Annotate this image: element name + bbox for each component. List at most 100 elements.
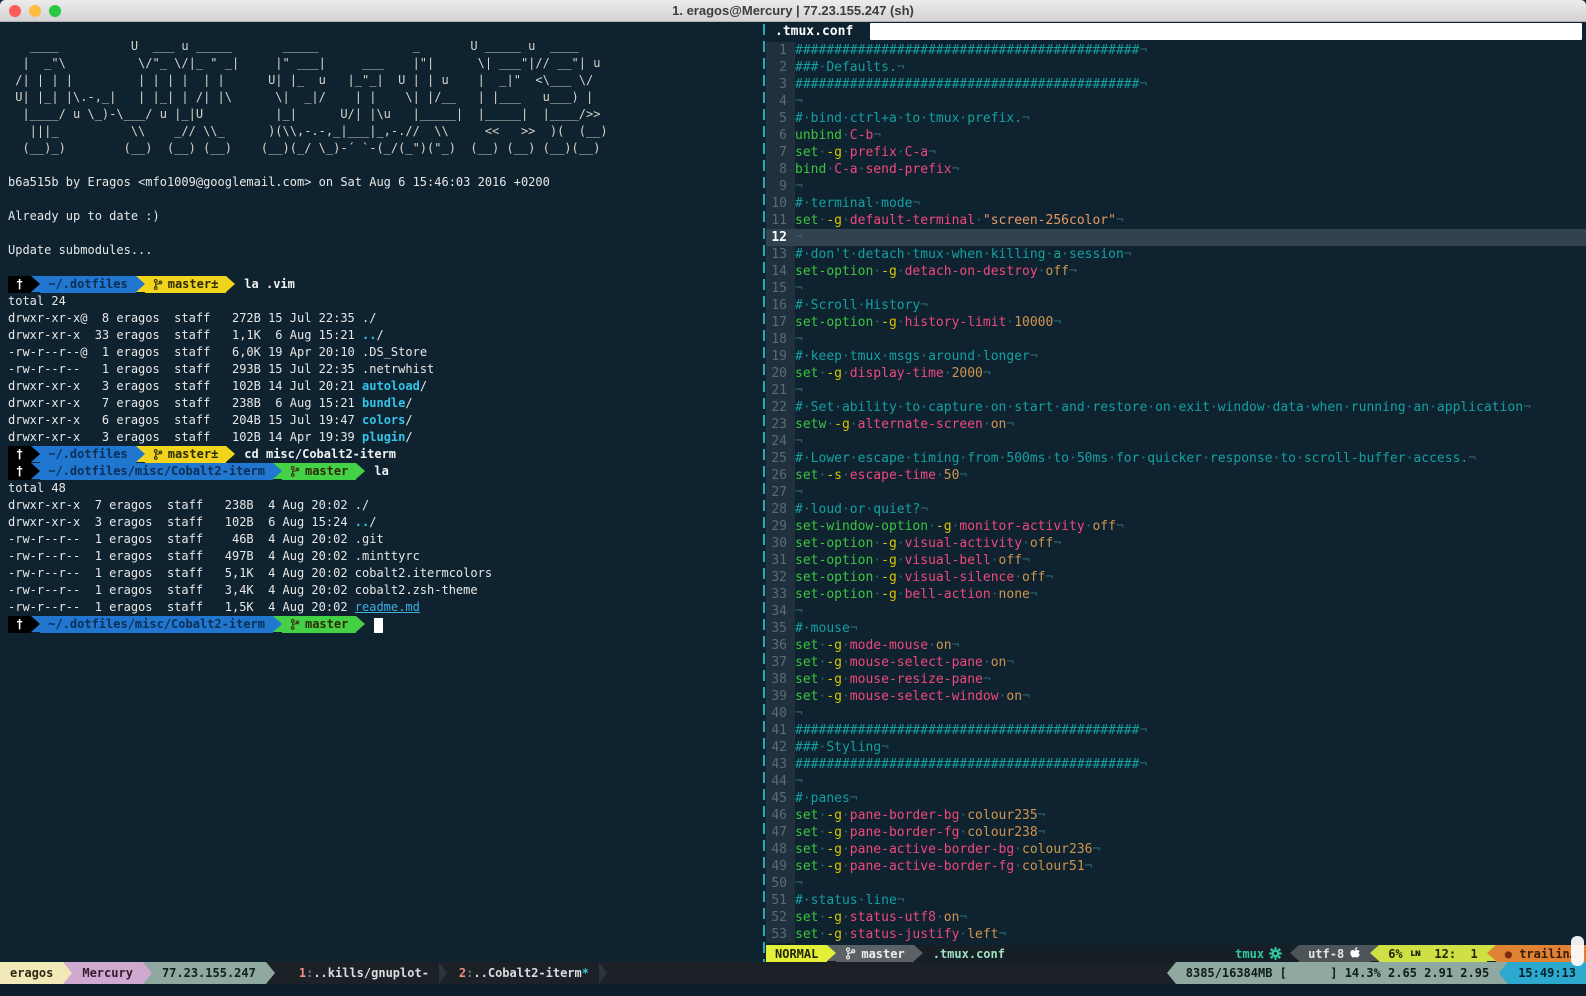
vim-line: 20set·-g·display-time·2000¬ xyxy=(766,365,1586,382)
file-list-row: drwxr-xr-x 3 eragos staff 102B 6 Aug 15:… xyxy=(8,514,608,531)
apple-icon xyxy=(1350,947,1361,960)
window-titlebar: 1. eragos@Mercury | 77.23.155.247 (sh) xyxy=(0,0,1586,22)
tmux-memory-load: 8385/16384MB [ ] 14.3% 2.65 2.91 2.95 xyxy=(1176,962,1499,984)
vim-line: 42###·Styling¬ xyxy=(766,739,1586,756)
vim-line: 33set-option·-g·bell-action·none¬ xyxy=(766,586,1586,603)
vim-line: 31set-option·-g·visual-bell·off¬ xyxy=(766,552,1586,569)
powerline-separator xyxy=(1370,945,1379,961)
vim-line: 14set-option·-g·detach-on-destroy·off¬ xyxy=(766,263,1586,280)
terminal-cursor[interactable] xyxy=(365,616,383,633)
vim-line: 28#·loud·or·quiet?¬ xyxy=(766,501,1586,518)
tmux-window[interactable]: 1:..kills/gnuplot- xyxy=(289,962,439,984)
tmux-window-active[interactable]: 2:..Cobalt2-iterm* xyxy=(449,962,599,984)
vim-line: 12¬ xyxy=(766,229,1586,246)
tmux-host-badge: Mercury xyxy=(72,962,143,984)
vim-buffer[interactable]: 1#######################################… xyxy=(766,42,1586,943)
powerline-separator xyxy=(1290,945,1299,961)
file-list-row: -rw-r--r-- 1 eragos staff 46B 4 Aug 20:0… xyxy=(8,531,608,548)
vim-statusline: NORMAL master .tmux.conf tmux xyxy=(766,945,1586,962)
window-title: 1. eragos@Mercury | 77.23.155.247 (sh) xyxy=(0,3,1586,18)
shell-line xyxy=(8,157,608,174)
file-name: .git xyxy=(355,532,384,546)
vim-line: 53set·-g·status-justify·left¬ xyxy=(766,926,1586,943)
tmux-ip-badge: 77.23.155.247 xyxy=(152,962,266,984)
vim-line: 32set-option·-g·visual-silence·off¬ xyxy=(766,569,1586,586)
vim-pane[interactable]: .tmux.conf 1############################… xyxy=(766,22,1586,962)
vim-line: 41######################################… xyxy=(766,722,1586,739)
branch-icon xyxy=(153,448,163,461)
ascii-banner: ____ U ___ u _____ _____ _ U _____ u ___… xyxy=(8,38,608,157)
vim-line: 25#·Lower·escape·timing·from·500ms·to·50… xyxy=(766,450,1586,467)
directory-name: .. xyxy=(362,328,376,342)
shell-line xyxy=(8,191,608,208)
vim-line: 38set·-g·mouse-resize-pane¬ xyxy=(766,671,1586,688)
vim-line: 51#·status·line¬ xyxy=(766,892,1586,909)
vim-line: 7set·-g·prefix·C-a¬ xyxy=(766,144,1586,161)
vim-line: 48set·-g·pane-active-border-bg·colour236… xyxy=(766,841,1586,858)
file-name: readme.md xyxy=(355,600,420,614)
directory-name: .. xyxy=(355,515,369,529)
file-list-row: drwxr-xr-x 7 eragos staff 238B 6 Aug 15:… xyxy=(8,395,608,412)
vim-line: 11set·-g·default-terminal·"screen-256col… xyxy=(766,212,1586,229)
powerline-separator xyxy=(827,945,836,961)
vim-line: 52set·-g·status-utf8·on¬ xyxy=(766,909,1586,926)
vim-line: 43######################################… xyxy=(766,756,1586,773)
prompt-symbol: † xyxy=(8,446,31,463)
powerline-separator xyxy=(266,962,275,984)
vim-line: 6unbind·C-b¬ xyxy=(766,127,1586,144)
tab-tmux-conf[interactable]: .tmux.conf xyxy=(775,23,853,41)
statusline-encoding: utf-8 xyxy=(1299,945,1370,962)
tmux-status-bar: eragos Mercury 77.23.155.247 1:..kills/g… xyxy=(0,962,1586,984)
file-list-row: -rw-r--r-- 1 eragos staff 1,5K 4 Aug 20:… xyxy=(8,599,608,616)
statusline-tmux: tmux xyxy=(1227,945,1290,962)
directory-name: bundle xyxy=(362,396,405,410)
vim-line: 3#######################################… xyxy=(766,76,1586,93)
listing-total: total 48 xyxy=(8,480,608,497)
git-status-line: Already up to date :) xyxy=(8,208,608,225)
vim-line: 16#·Scroll·History¬ xyxy=(766,297,1586,314)
file-list-row: -rw-r--r-- 1 eragos staff 5,1K 4 Aug 20:… xyxy=(8,565,608,582)
powerline-separator xyxy=(439,962,447,984)
prompt-command: cd misc/Cobalt2-iterm xyxy=(235,446,396,463)
prompt-symbol: † xyxy=(8,276,31,293)
file-list-row: drwxr-xr-x 33 eragos staff 1,1K 6 Aug 15… xyxy=(8,327,608,344)
shell-pane[interactable]: ____ U ___ u _____ _____ _ U _____ u ___… xyxy=(0,22,762,962)
vim-line: 30set-option·-g·visual-activity·off¬ xyxy=(766,535,1586,552)
vim-line: 5#·bind·ctrl+a·to·tmux·prefix.¬ xyxy=(766,110,1586,127)
prompt-path: ~/.dotfiles xyxy=(40,446,135,463)
vim-tabline: .tmux.conf xyxy=(766,22,1586,41)
powerline-separator xyxy=(914,945,923,961)
powerline-separator xyxy=(31,616,40,632)
vim-line: 46set·-g·pane-border-bg·colour235¬ xyxy=(766,807,1586,824)
file-name: cobalt2.zsh-theme xyxy=(355,583,478,597)
scrollbar-thumb[interactable] xyxy=(1571,936,1584,966)
powerline-separator xyxy=(356,463,365,479)
vim-line: 40¬ xyxy=(766,705,1586,722)
close-icon[interactable] xyxy=(9,5,21,17)
directory-name: autoload xyxy=(362,379,420,393)
file-list-row: -rw-r--r-- 1 eragos staff 3,4K 4 Aug 20:… xyxy=(8,582,608,599)
powerline-separator xyxy=(273,616,282,632)
powerline-separator xyxy=(226,446,235,462)
shell-prompt: † ~/.dotfiles master± cd misc/Cobalt2-iterm xyxy=(8,446,608,463)
vim-line: 15¬ xyxy=(766,280,1586,297)
shell-line xyxy=(8,259,608,276)
prompt-path: ~/.dotfiles xyxy=(40,276,135,293)
listing-total: total 24 xyxy=(8,293,608,310)
vim-line: 27¬ xyxy=(766,484,1586,501)
powerline-separator xyxy=(273,463,282,479)
directory-name: colors xyxy=(362,413,405,427)
cursor-block xyxy=(374,618,383,633)
file-name: ./ xyxy=(362,311,376,325)
file-list-row: drwxr-xr-x 6 eragos staff 204B 15 Jul 19… xyxy=(8,412,608,429)
powerline-separator xyxy=(599,962,607,984)
zoom-icon[interactable] xyxy=(49,5,61,17)
powerline-separator xyxy=(31,276,40,292)
directory-name: plugin xyxy=(362,430,405,444)
minimize-icon[interactable] xyxy=(29,5,41,17)
prompt-git-branch: master± xyxy=(145,276,227,293)
prompt-git-branch: master± xyxy=(145,446,227,463)
branch-icon xyxy=(845,947,856,960)
tmux-pane-border[interactable] xyxy=(763,24,765,962)
vim-line: 9¬ xyxy=(766,178,1586,195)
